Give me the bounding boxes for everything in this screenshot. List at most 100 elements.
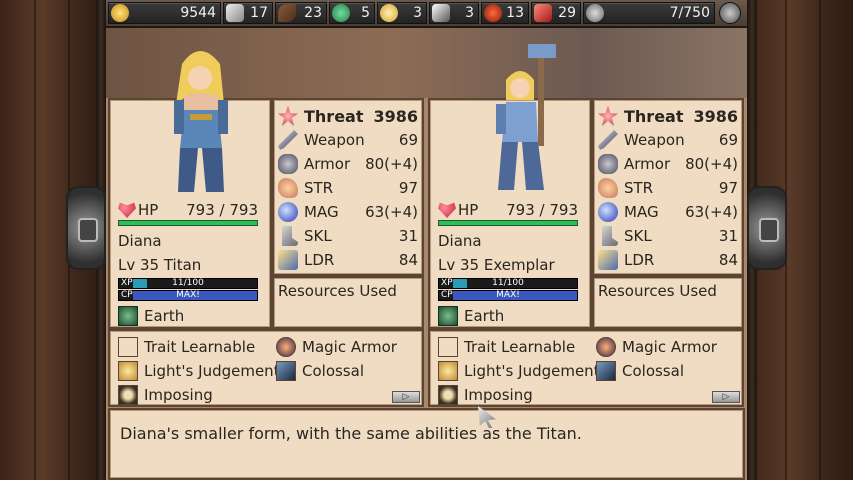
unit-2-stats-panel: Threat 3986 Weapon 69 Armor 80(+4) STR 97 MA… xyxy=(592,98,744,276)
strength-arm-icon xyxy=(598,178,618,198)
right-wood-panel xyxy=(747,0,853,480)
imposing-icon xyxy=(438,385,458,405)
stars-menu-button[interactable] xyxy=(719,2,741,24)
magic-orb-icon xyxy=(278,202,298,222)
unit-1-resources-panel: Resources Used xyxy=(272,276,424,329)
threat-icon xyxy=(278,106,298,126)
hp-heart-icon xyxy=(118,202,136,218)
empty-slot-icon xyxy=(118,337,138,357)
trait-item[interactable]: Colossal xyxy=(596,359,684,383)
element-label: Earth xyxy=(464,307,505,325)
earth-element-icon xyxy=(438,306,458,326)
leather-icon xyxy=(278,4,296,22)
magic-armor-icon xyxy=(276,337,296,357)
trait-item[interactable]: Light's Judgement xyxy=(438,359,600,383)
resource-ruby: 13 xyxy=(481,2,529,24)
golden-orb-icon xyxy=(380,4,398,22)
unit-level-class: Lv 35 Exemplar xyxy=(438,256,555,274)
stat-skl: SKL 31 xyxy=(278,224,418,248)
hp-bar xyxy=(438,220,578,226)
leadership-icon xyxy=(278,250,298,270)
resource-leather: 23 xyxy=(275,2,327,24)
ruby-gem-icon xyxy=(484,4,502,22)
armor-icon xyxy=(278,154,298,174)
lights-judgement-icon xyxy=(438,361,458,381)
resource-gold: 9544 xyxy=(108,2,221,24)
resource-iron: 17 xyxy=(223,2,273,24)
hp-label: HP xyxy=(138,201,159,219)
hp-value: 793 / 793 xyxy=(186,201,258,219)
unit-2-portrait xyxy=(480,44,560,194)
threat-icon xyxy=(598,106,618,126)
stat-ldr: LDR 84 xyxy=(598,248,738,272)
hp-value: 793 / 793 xyxy=(506,201,578,219)
lights-judgement-icon xyxy=(118,361,138,381)
element-label: Earth xyxy=(144,307,185,325)
stat-weapon: Weapon 69 xyxy=(278,128,418,152)
unit-level-class: Lv 35 Titan xyxy=(118,256,202,274)
resource-herb: 5 xyxy=(329,2,375,24)
stat-str: STR 97 xyxy=(278,176,418,200)
leadership-icon xyxy=(598,250,618,270)
xp-bar: XP 11/100 xyxy=(118,278,258,289)
resource-bar: 9544 17 23 5 3 3 13 29 7/750 xyxy=(106,0,747,28)
description-box: Diana's smaller form, with the same abil… xyxy=(108,408,745,480)
magic-armor-icon xyxy=(596,337,616,357)
colossal-icon xyxy=(596,361,616,381)
stat-str: STR 97 xyxy=(598,176,738,200)
stat-ldr: LDR 84 xyxy=(278,248,418,272)
gold-coins-icon xyxy=(111,4,129,22)
resource-steel: 3 xyxy=(429,2,479,24)
unit-1-stats-panel: Threat 3986 Weapon 69 Armor 80(+4) STR 97 MA… xyxy=(272,98,424,276)
earth-element-icon xyxy=(118,306,138,326)
right-ornament-icon xyxy=(747,186,787,270)
unit-2-resources-panel: Resources Used xyxy=(592,276,744,329)
strength-arm-icon xyxy=(278,178,298,198)
unit-compare-screen: HP 793 / 793 Diana Lv 35 Titan XP 11/100 … xyxy=(106,28,747,480)
stat-mag: MAG 63(+4) xyxy=(598,200,738,224)
sword-icon xyxy=(598,130,618,150)
trait-item[interactable]: Trait Learnable xyxy=(118,335,255,359)
description-text: Diana's smaller form, with the same abil… xyxy=(120,424,582,443)
unit-name: Diana xyxy=(118,232,162,250)
resource-scroll: 29 xyxy=(531,2,581,24)
trait-item[interactable]: Magic Armor xyxy=(596,335,717,359)
unit-1-traits-panel: Trait Learnable Light's Judgement Imposi… xyxy=(108,329,424,407)
empty-slot-icon xyxy=(438,337,458,357)
hp-label: HP xyxy=(458,201,479,219)
stat-armor: Armor 80(+4) xyxy=(598,152,738,176)
cp-bar: CP MAX! xyxy=(438,290,578,301)
hp-bar xyxy=(118,220,258,226)
xp-bar: XP 11/100 xyxy=(438,278,578,289)
iron-bar-icon xyxy=(226,4,244,22)
resources-used-label: Resources Used xyxy=(278,282,397,300)
trait-item[interactable]: Magic Armor xyxy=(276,335,397,359)
trait-item[interactable]: Light's Judgement xyxy=(118,359,280,383)
stat-threat: Threat 3986 xyxy=(278,104,418,128)
stat-armor: Armor 80(+4) xyxy=(278,152,418,176)
unit-2-info-panel: HP 793 / 793 Diana Lv 35 Exemplar XP 11/1… xyxy=(428,44,592,329)
trait-item[interactable]: Colossal xyxy=(276,359,364,383)
unit-name: Diana xyxy=(438,232,482,250)
hp-heart-icon xyxy=(438,202,456,218)
sword-icon xyxy=(278,130,298,150)
trait-item[interactable]: Trait Learnable xyxy=(438,335,575,359)
cp-bar: CP MAX! xyxy=(118,290,258,301)
magic-orb-icon xyxy=(598,202,618,222)
left-wood-panel xyxy=(0,0,106,480)
resource-orb: 3 xyxy=(377,2,427,24)
stat-skl: SKL 31 xyxy=(598,224,738,248)
stat-mag: MAG 63(+4) xyxy=(278,200,418,224)
steel-ingot-icon xyxy=(432,4,450,22)
herb-potion-icon xyxy=(332,4,350,22)
scroll-icon xyxy=(534,4,552,22)
resources-used-label: Resources Used xyxy=(598,282,717,300)
unit-1-info-panel: HP 793 / 793 Diana Lv 35 Titan XP 11/100 … xyxy=(108,51,272,329)
traits-next-button[interactable]: ▷ xyxy=(392,391,420,403)
resource-stars: 7/750 xyxy=(583,2,715,24)
trait-item[interactable]: Imposing xyxy=(438,383,533,407)
left-ornament-icon xyxy=(66,186,106,270)
unit-2-traits-panel: Trait Learnable Light's Judgement Imposi… xyxy=(428,329,744,407)
trait-item[interactable]: Imposing xyxy=(118,383,213,407)
traits-next-button[interactable]: ▷ xyxy=(712,391,740,403)
